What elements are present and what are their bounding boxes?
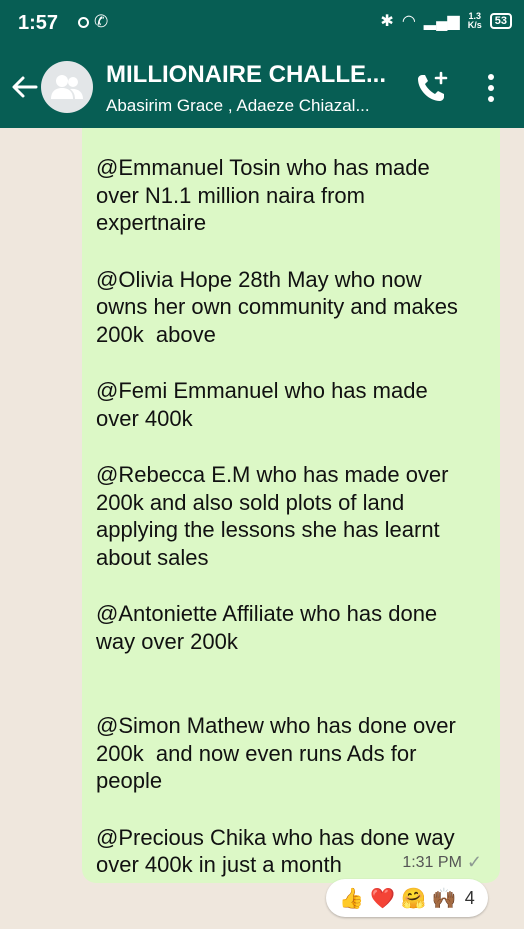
chat-area[interactable]: @Emmanuel Tosin who has made over N1.1 m… xyxy=(0,128,524,929)
network-speed: 1.3 K/s xyxy=(468,12,482,30)
missed-call-icon: ✆ xyxy=(94,12,109,31)
thumbs-up-reaction-icon: 👍 xyxy=(339,887,365,910)
message-bubble[interactable]: @Emmanuel Tosin who has made over N1.1 m… xyxy=(82,128,500,883)
message-time: 1:31 PM xyxy=(402,853,462,871)
add-call-icon[interactable] xyxy=(415,70,449,104)
more-vertical-icon[interactable] xyxy=(484,73,498,103)
raised-hands-reaction-icon: 🙌🏾 xyxy=(431,887,457,910)
message-paragraph: @Emmanuel Tosin who has made over N1.1 m… xyxy=(96,155,430,235)
message-timestamp: 1:31 PM ✓ xyxy=(402,852,482,873)
message-paragraph: @Simon Mathew who has done over 200k and… xyxy=(96,713,456,793)
chat-title[interactable]: MILLIONAIRE CHALLE... xyxy=(106,61,386,89)
battery-icon: 53 xyxy=(489,13,512,29)
message-paragraph: @Rebecca E.M who has made over 200k and … xyxy=(96,462,449,570)
hug-reaction-icon: 🤗 xyxy=(400,887,426,910)
sent-check-icon: ✓ xyxy=(466,852,482,872)
notification-dot-icon xyxy=(78,17,89,28)
signal-icon: ▂▄▆ xyxy=(423,13,460,30)
reactions-bar[interactable]: 👍 ❤️ 🤗 🙌🏾 4 xyxy=(326,879,488,917)
status-indicators: ✱ ◠ ▂▄▆ 1.3 K/s 53 xyxy=(380,11,512,31)
status-bar: 1:57 ✆ ✱ ◠ ▂▄▆ 1.3 K/s 53 xyxy=(0,0,524,46)
status-time: 1:57 xyxy=(18,12,59,34)
arrow-left-icon[interactable] xyxy=(8,72,40,102)
bluetooth-icon: ✱ xyxy=(380,13,394,30)
message-paragraph: @Femi Emmanuel who has made over 400k xyxy=(96,378,428,431)
message-paragraph: @Olivia Hope 28th May who now owns her o… xyxy=(96,266,458,347)
wifi-icon: ◠ xyxy=(401,13,416,30)
reaction-count: 4 xyxy=(464,887,475,908)
network-speed-unit: K/s xyxy=(467,20,482,30)
heart-reaction-icon: ❤️ xyxy=(370,887,395,910)
message-paragraph: @Antoniette Affiliate who has done way o… xyxy=(96,601,438,654)
group-avatar-icon[interactable] xyxy=(41,61,93,113)
chat-subtitle[interactable]: Abasirim Grace , Adaeze Chiazal... xyxy=(106,96,370,116)
